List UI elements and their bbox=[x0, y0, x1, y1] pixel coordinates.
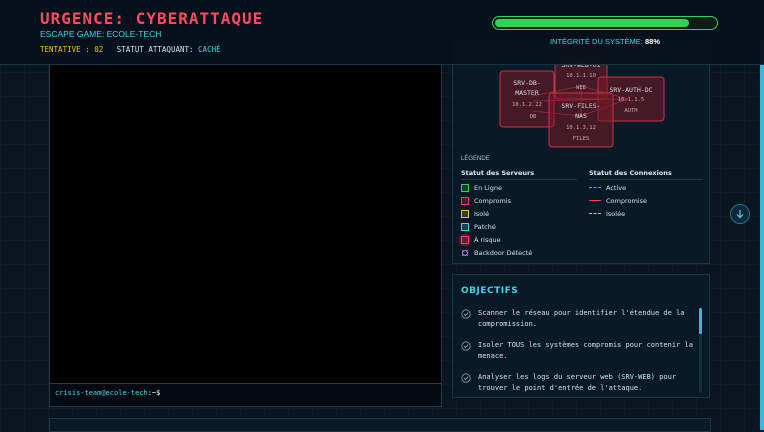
check-circle-icon bbox=[461, 309, 471, 319]
node-type: FILES bbox=[573, 136, 590, 142]
server-node-files[interactable]: SRV-FILES- NAS 10.1.3.12 FILES bbox=[548, 92, 614, 148]
network-map-panel: SRV-WEB-01 10.1.1.10 WEB SRV-AUTH-DC 10.… bbox=[452, 40, 710, 264]
legend-connections-heading: Statut des Connexions bbox=[589, 169, 672, 177]
objectives-panel: OBJECTIFS Scanner le réseau pour identif… bbox=[452, 274, 710, 398]
node-label: SRV-DB- bbox=[513, 79, 540, 87]
node-ip: 10.1.1.5 bbox=[618, 97, 645, 103]
node-ip: 10.1.1.10 bbox=[566, 73, 596, 79]
objective-item: Scanner le réseau pour identifier l'éten… bbox=[461, 308, 693, 332]
node-ip: 10.1.3.12 bbox=[566, 125, 596, 131]
scroll-down-button[interactable] bbox=[730, 204, 750, 224]
legend-label: Active bbox=[606, 184, 627, 192]
integrity-progress-bar bbox=[492, 16, 718, 30]
backdoor-icon bbox=[461, 249, 469, 257]
page-subtitle: ESCAPE GAME: ECOLE-TECH bbox=[40, 29, 162, 39]
terminal-input-row[interactable]: crisis-team@ecole-tech:~$ bbox=[50, 383, 441, 406]
node-label: NAS bbox=[575, 112, 587, 120]
prompt-user: crisis-team@ecole-tech bbox=[55, 389, 148, 397]
attempt-value: 02 bbox=[94, 45, 104, 54]
legend-label: Compromise bbox=[606, 197, 648, 205]
server-node-db[interactable]: SRV-DB- MASTER 10.1.2.22 DB bbox=[499, 70, 555, 128]
attacker-status-label: STATUT ATTAQUANT: bbox=[116, 45, 194, 54]
node-type: WEB bbox=[576, 85, 587, 91]
objective-item: Isoler TOUS les systèmes compromis pour … bbox=[461, 340, 693, 364]
attacker-status-value: CACHÉ bbox=[198, 45, 221, 54]
status-swatch bbox=[461, 184, 469, 192]
page-scrollbar[interactable] bbox=[760, 40, 764, 430]
legend-divider bbox=[461, 179, 577, 180]
terminal-window[interactable]: crisis-team@ecole-tech:~$ bbox=[49, 64, 442, 407]
node-type: DB bbox=[530, 114, 537, 120]
integrity-value: 88% bbox=[645, 37, 661, 46]
legend-label: À risque bbox=[474, 236, 501, 244]
integrity-readout: INTÉGRITÉ DU SYSTÈME: 88% bbox=[492, 37, 718, 46]
node-label: SRV-FILES- bbox=[561, 102, 600, 110]
status-swatch bbox=[461, 223, 469, 231]
header: URGENCE: CYBERATTAQUE ESCAPE GAME: ECOLE… bbox=[0, 0, 764, 65]
objective-item: Analyser les logs du serveur web (SRV-WE… bbox=[461, 372, 693, 396]
legend-label: Compromis bbox=[474, 197, 512, 205]
node-type: AUTH bbox=[624, 108, 637, 114]
connection-swatch bbox=[589, 213, 601, 214]
legend-label: Backdoor Détecté bbox=[474, 249, 533, 257]
objectives-title: OBJECTIFS bbox=[461, 286, 519, 296]
integrity-progress-fill bbox=[495, 19, 689, 27]
legend-label: En Ligne bbox=[474, 184, 502, 192]
check-circle-icon bbox=[461, 341, 471, 351]
objective-text: Analyser les logs du serveur web (SRV-WE… bbox=[478, 373, 677, 392]
legend-title: LÉGENDE bbox=[461, 156, 490, 162]
status-swatch bbox=[461, 236, 469, 244]
attempt-label: TENTATIVE : bbox=[40, 45, 90, 54]
terminal-prompt: crisis-team@ecole-tech:~$ bbox=[55, 389, 160, 397]
status-swatch bbox=[461, 210, 469, 218]
status-line: TENTATIVE : 02 STATUT ATTAQUANT: CACHÉ bbox=[40, 45, 221, 54]
objective-text: Scanner le réseau pour identifier l'éten… bbox=[478, 309, 685, 328]
prompt-suffix: :~$ bbox=[147, 389, 161, 397]
arrow-down-icon bbox=[736, 210, 744, 219]
connection-swatch bbox=[589, 200, 601, 201]
legend-label: Isolé bbox=[474, 210, 490, 218]
integrity-label: INTÉGRITÉ DU SYSTÈME: bbox=[549, 37, 643, 46]
objectives-scroll-thumb[interactable] bbox=[699, 308, 702, 334]
legend-divider bbox=[589, 179, 703, 180]
node-ip: 10.1.2.22 bbox=[512, 102, 542, 108]
legend-label: Isolée bbox=[606, 210, 626, 218]
legend-servers-heading: Statut des Serveurs bbox=[461, 169, 535, 177]
check-circle-icon bbox=[461, 373, 471, 383]
page-title: URGENCE: CYBERATTAQUE bbox=[40, 9, 264, 28]
node-label: SRV-AUTH-DC bbox=[609, 86, 652, 94]
objective-text: Isoler TOUS les systèmes compromis pour … bbox=[478, 341, 693, 360]
status-swatch bbox=[461, 197, 469, 205]
legend-label: Patché bbox=[474, 223, 496, 231]
node-label: MASTER bbox=[515, 89, 539, 97]
connection-swatch bbox=[589, 187, 601, 188]
